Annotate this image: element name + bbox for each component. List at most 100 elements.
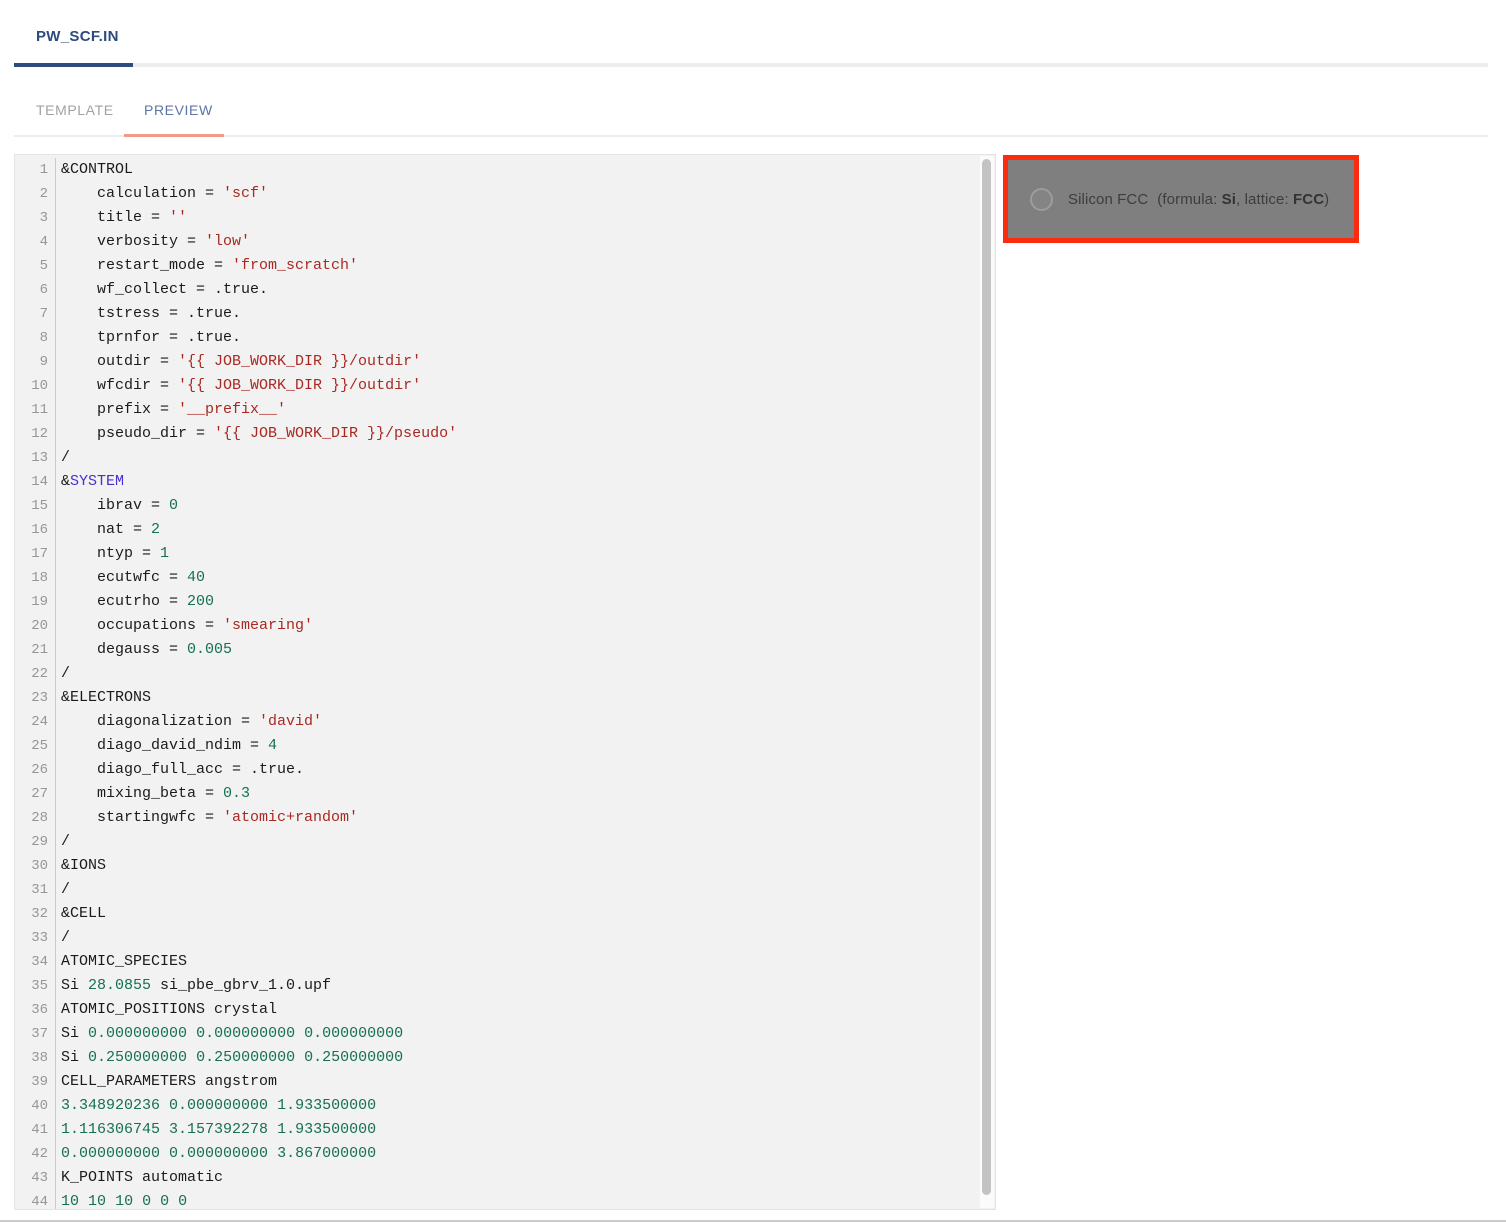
line-number: 17 [15, 542, 56, 566]
code-line: 8 tprnfor = .true. [15, 326, 995, 350]
line-number: 42 [15, 1142, 56, 1166]
code-text: nat = 2 [56, 518, 160, 542]
line-number: 33 [15, 926, 56, 950]
line-number: 6 [15, 278, 56, 302]
line-number: 43 [15, 1166, 56, 1190]
code-line: 37Si 0.000000000 0.000000000 0.000000000 [15, 1022, 995, 1046]
line-number: 2 [15, 182, 56, 206]
code-text: / [56, 926, 70, 950]
code-line: 36ATOMIC_POSITIONS crystal [15, 998, 995, 1022]
material-meta: (formula: Si, lattice: FCC) [1157, 191, 1329, 208]
file-tabstrip-divider [14, 63, 1488, 67]
editor-scrollbar[interactable] [980, 156, 994, 1208]
line-number: 36 [15, 998, 56, 1022]
code-line: 16 nat = 2 [15, 518, 995, 542]
code-line: 26 diago_full_acc = .true. [15, 758, 995, 782]
code-text: CELL_PARAMETERS angstrom [56, 1070, 277, 1094]
code-line: 3 title = '' [15, 206, 995, 230]
code-text: &SYSTEM [56, 470, 124, 494]
code-line: 5 restart_mode = 'from_scratch' [15, 254, 995, 278]
line-number: 27 [15, 782, 56, 806]
line-number: 16 [15, 518, 56, 542]
line-number: 38 [15, 1046, 56, 1070]
line-number: 5 [15, 254, 56, 278]
code-text: restart_mode = 'from_scratch' [56, 254, 358, 278]
code-text: 0.000000000 0.000000000 3.867000000 [56, 1142, 376, 1166]
code-line: 10 wfcdir = '{{ JOB_WORK_DIR }}/outdir' [15, 374, 995, 398]
bottom-divider [0, 1220, 1506, 1222]
code-line: 38Si 0.250000000 0.250000000 0.250000000 [15, 1046, 995, 1070]
code-text: / [56, 878, 70, 902]
radio-button-icon[interactable] [1030, 188, 1053, 211]
line-number: 11 [15, 398, 56, 422]
line-number: 41 [15, 1118, 56, 1142]
line-number: 13 [15, 446, 56, 470]
file-tab-pw-scf-in[interactable]: PW_SCF.IN [36, 28, 119, 45]
code-line: 34ATOMIC_SPECIES [15, 950, 995, 974]
material-formula: Si [1222, 191, 1236, 208]
code-line: 1&CONTROL [15, 158, 995, 182]
code-line: 2 calculation = 'scf' [15, 182, 995, 206]
code-line: 4 verbosity = 'low' [15, 230, 995, 254]
code-editor[interactable]: 1&CONTROL2 calculation = 'scf'3 title = … [14, 154, 996, 1210]
code-line: 15 ibrav = 0 [15, 494, 995, 518]
code-text: &CONTROL [56, 158, 133, 182]
tab-preview[interactable]: PREVIEW [144, 102, 213, 118]
line-number: 1 [15, 158, 56, 182]
code-text: / [56, 662, 70, 686]
line-number: 12 [15, 422, 56, 446]
line-number: 7 [15, 302, 56, 326]
page: PW_SCF.IN TEMPLATE PREVIEW 1&CONTROL2 ca… [0, 0, 1506, 1230]
code-line: 4410 10 10 0 0 0 [15, 1190, 995, 1210]
code-line: 30&IONS [15, 854, 995, 878]
code-line: 28 startingwfc = 'atomic+random' [15, 806, 995, 830]
code-text: ecutrho = 200 [56, 590, 214, 614]
code-line: 29/ [15, 830, 995, 854]
code-text: wfcdir = '{{ JOB_WORK_DIR }}/outdir' [56, 374, 421, 398]
line-number: 18 [15, 566, 56, 590]
code-text: / [56, 830, 70, 854]
line-number: 30 [15, 854, 56, 878]
code-text: occupations = 'smearing' [56, 614, 313, 638]
active-file-tab-indicator [14, 63, 133, 67]
code-text: startingwfc = 'atomic+random' [56, 806, 358, 830]
code-text: Si 28.0855 si_pbe_gbrv_1.0.upf [56, 974, 331, 998]
code-text: ecutwfc = 40 [56, 566, 205, 590]
code-line: 27 mixing_beta = 0.3 [15, 782, 995, 806]
code-line: 21 degauss = 0.005 [15, 638, 995, 662]
line-number: 19 [15, 590, 56, 614]
code-line: 25 diago_david_ndim = 4 [15, 734, 995, 758]
line-number: 20 [15, 614, 56, 638]
line-number: 14 [15, 470, 56, 494]
code-line: 22/ [15, 662, 995, 686]
scrollbar-thumb[interactable] [982, 159, 991, 1195]
code-line: 11 prefix = '__prefix__' [15, 398, 995, 422]
code-line: 18 ecutwfc = 40 [15, 566, 995, 590]
code-rows: 1&CONTROL2 calculation = 'scf'3 title = … [15, 158, 995, 1210]
code-line: 420.000000000 0.000000000 3.867000000 [15, 1142, 995, 1166]
tab-template[interactable]: TEMPLATE [36, 102, 114, 118]
code-line: 33/ [15, 926, 995, 950]
line-number: 9 [15, 350, 56, 374]
code-text: tstress = .true. [56, 302, 241, 326]
code-text: 3.348920236 0.000000000 1.933500000 [56, 1094, 376, 1118]
code-line: 12 pseudo_dir = '{{ JOB_WORK_DIR }}/pseu… [15, 422, 995, 446]
code-text: ntyp = 1 [56, 542, 169, 566]
line-number: 24 [15, 710, 56, 734]
code-text: wf_collect = .true. [56, 278, 268, 302]
line-number: 25 [15, 734, 56, 758]
line-number: 44 [15, 1190, 56, 1210]
line-number: 4 [15, 230, 56, 254]
material-option-silicon-fcc[interactable]: Silicon FCC(formula: Si, lattice: FCC) [1003, 155, 1359, 243]
code-line: 9 outdir = '{{ JOB_WORK_DIR }}/outdir' [15, 350, 995, 374]
code-text: &ELECTRONS [56, 686, 151, 710]
line-number: 21 [15, 638, 56, 662]
code-text: Si 0.250000000 0.250000000 0.250000000 [56, 1046, 403, 1070]
code-line: 39CELL_PARAMETERS angstrom [15, 1070, 995, 1094]
code-text: prefix = '__prefix__' [56, 398, 286, 422]
line-number: 37 [15, 1022, 56, 1046]
code-text: degauss = 0.005 [56, 638, 232, 662]
code-text: verbosity = 'low' [56, 230, 250, 254]
active-subtab-indicator [124, 134, 224, 137]
code-line: 411.116306745 3.157392278 1.933500000 [15, 1118, 995, 1142]
